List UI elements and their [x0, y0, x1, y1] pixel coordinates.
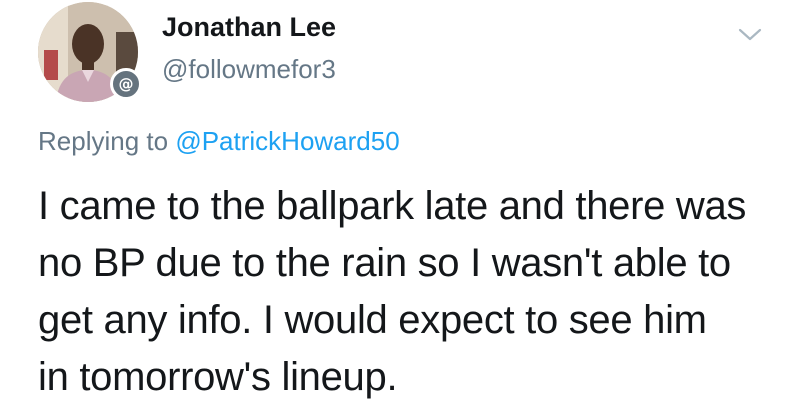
reply-context: Replying to @PatrickHoward50	[38, 126, 400, 157]
reply-target-link[interactable]: @PatrickHoward50	[175, 126, 399, 156]
avatar-container[interactable]: @	[38, 0, 142, 104]
tweet-text: I came to the ballpark late and there wa…	[38, 184, 747, 399]
chevron-down-icon[interactable]	[735, 22, 765, 46]
tweet-card: @ Jonathan Lee @followmefor3 Replying to…	[0, 0, 800, 412]
reply-prefix: Replying to	[38, 126, 169, 156]
at-badge-icon: @	[110, 68, 142, 100]
author-display-name[interactable]: Jonathan Lee	[162, 12, 336, 43]
author-handle[interactable]: @followmefor3	[162, 54, 336, 85]
